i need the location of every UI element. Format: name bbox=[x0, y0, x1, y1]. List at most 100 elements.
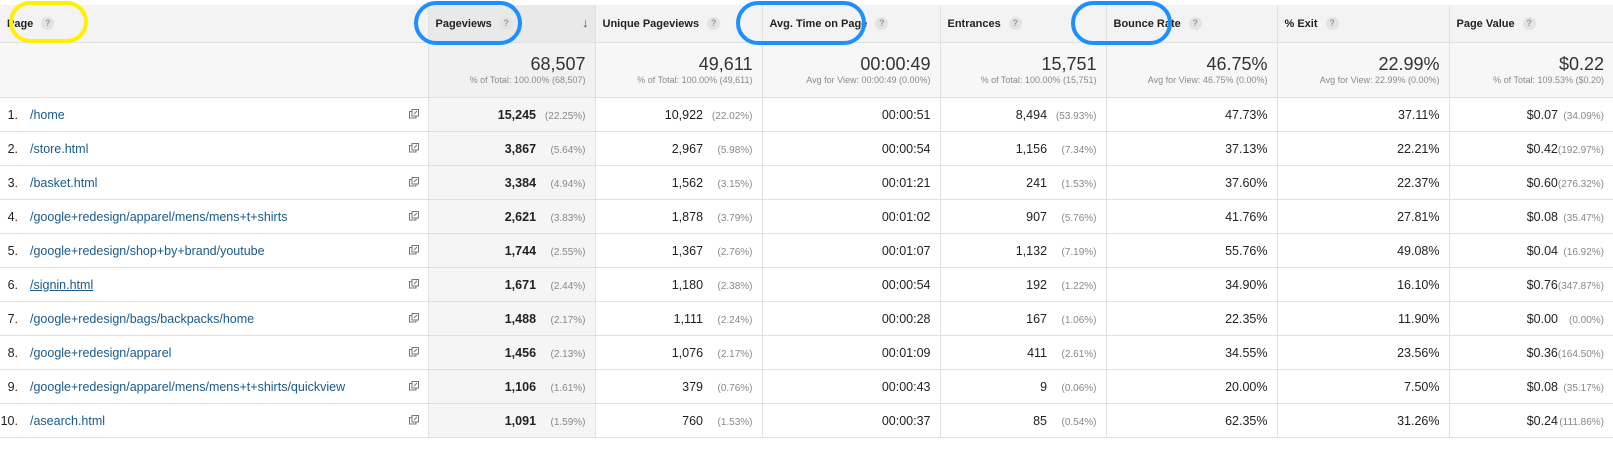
open-in-new-window-icon[interactable] bbox=[408, 381, 419, 391]
open-in-new-window-icon[interactable] bbox=[408, 109, 419, 119]
page-link[interactable]: /basket.html bbox=[30, 176, 97, 190]
entrances-pct: (0.06%) bbox=[1061, 382, 1097, 394]
table-row: 3./basket.html 3,384 (4.94%) 1,562 (3.15%)… bbox=[0, 165, 1613, 200]
bounce-rate-cell: 22.35% bbox=[1105, 301, 1277, 336]
pageviews-pct: (3.83%) bbox=[550, 212, 586, 224]
help-icon[interactable]: ? bbox=[1188, 17, 1202, 30]
page-cell: 3. /basket.html bbox=[0, 165, 428, 200]
page-value-pct: (164.50%) bbox=[1557, 348, 1604, 360]
pageviews-pct: (2.55%) bbox=[550, 246, 586, 258]
bounce-rate-cell: 41.76% bbox=[1105, 199, 1277, 234]
page-link[interactable]: /google+redesign/apparel/mens/mens+t+shi… bbox=[30, 210, 287, 224]
avg-time-value: 00:00:51 bbox=[881, 107, 931, 122]
col-header-entrances[interactable]: Entrances? bbox=[939, 5, 1106, 43]
col-header-bounce-rate[interactable]: Bounce Rate? bbox=[1105, 5, 1277, 43]
open-in-new-window-icon[interactable] bbox=[408, 143, 419, 153]
total-entrances: 15,751% of Total: 100.00% (15,751) bbox=[939, 42, 1106, 98]
help-icon[interactable]: ? bbox=[1008, 17, 1022, 30]
unique-pageviews-value: 1,367 bbox=[671, 243, 704, 258]
total-sub: Avg for View: 00:00:49 (0.00%) bbox=[806, 74, 931, 85]
row-index: 10. bbox=[0, 413, 18, 428]
unique-pageviews-cell: 1,180 (2.38%) bbox=[594, 267, 762, 302]
page-link[interactable]: /home bbox=[30, 108, 65, 122]
bounce-rate-cell: 37.60% bbox=[1105, 165, 1277, 200]
pageviews-value: 1,106 bbox=[504, 379, 537, 394]
col-header-avg-time[interactable]: Avg. Time on Page? bbox=[761, 5, 940, 43]
unique-pageviews-pct: (2.38%) bbox=[717, 280, 753, 292]
entrances-value: 907 bbox=[1026, 209, 1048, 224]
entrances-value: 9 bbox=[1040, 379, 1048, 394]
help-icon[interactable]: ? bbox=[875, 17, 889, 30]
page-value-cell: $0.42(192.97%) bbox=[1448, 131, 1613, 166]
page-link[interactable]: /signin.html bbox=[30, 278, 93, 292]
help-icon[interactable]: ? bbox=[41, 17, 55, 30]
col-header-exit[interactable]: % Exit? bbox=[1276, 5, 1449, 43]
pageviews-cell: 1,671 (2.44%) bbox=[427, 267, 595, 302]
entrances-pct: (1.06%) bbox=[1061, 314, 1097, 326]
col-header-page-value[interactable]: Page Value? bbox=[1448, 5, 1613, 43]
unique-pageviews-value: 1,562 bbox=[671, 175, 704, 190]
table-row: 1./home 15,245 (22.25%) 10,922 (22.02%) 00:… bbox=[0, 97, 1613, 132]
page-cell: 4. /google+redesign/apparel/mens/mens+t+s… bbox=[0, 199, 428, 234]
exit-cell: 16.10% bbox=[1276, 267, 1449, 302]
entrances-value: 85 bbox=[1033, 413, 1048, 428]
bounce-rate-value: 22.35% bbox=[1225, 311, 1268, 326]
pageviews-pct: (2.13%) bbox=[550, 348, 586, 360]
page-link[interactable]: /google+redesign/bags/backpacks/home bbox=[30, 312, 254, 326]
col-header-page[interactable]: Page? bbox=[0, 5, 428, 43]
pageviews-value: 1,671 bbox=[504, 277, 537, 292]
help-icon[interactable]: ? bbox=[499, 17, 513, 30]
pageviews-value: 15,245 bbox=[497, 107, 537, 122]
total-unique-pageviews: 49,611% of Total: 100.00% (49,611) bbox=[594, 42, 762, 98]
total-exit: 22.99% Avg for View: 22.99% (0.00%) bbox=[1276, 42, 1449, 98]
avg-time-cell: 00:01:21 bbox=[761, 165, 940, 200]
open-in-new-window-icon[interactable] bbox=[408, 313, 419, 323]
entrances-cell: 1,156 (7.34%) bbox=[939, 131, 1106, 166]
page-link[interactable]: /google+redesign/apparel bbox=[30, 346, 171, 360]
col-header-pageviews[interactable]: Pageviews? ↓ bbox=[427, 5, 595, 43]
open-in-new-window-icon[interactable] bbox=[408, 279, 419, 289]
unique-pageviews-pct: (3.79%) bbox=[717, 212, 753, 224]
unique-pageviews-pct: (2.24%) bbox=[717, 314, 753, 326]
page-value-pct: (35.47%) bbox=[1563, 212, 1604, 224]
open-in-new-window-icon[interactable] bbox=[408, 177, 419, 187]
exit-cell: 27.81% bbox=[1276, 199, 1449, 234]
entrances-cell: 241 (1.53%) bbox=[939, 165, 1106, 200]
entrances-pct: (2.61%) bbox=[1061, 348, 1097, 360]
open-in-new-window-icon[interactable] bbox=[408, 347, 419, 357]
page-value-value: $0.08 bbox=[1526, 379, 1558, 394]
exit-value: 22.37% bbox=[1397, 175, 1440, 190]
pageviews-value: 3,867 bbox=[504, 141, 537, 156]
unique-pageviews-cell: 10,922 (22.02%) bbox=[594, 97, 762, 132]
help-icon[interactable]: ? bbox=[1522, 17, 1536, 30]
page-link[interactable]: /asearch.html bbox=[30, 414, 105, 428]
avg-time-cell: 00:00:28 bbox=[761, 301, 940, 336]
exit-value: 37.11% bbox=[1398, 107, 1440, 122]
page-value-pct: (34.09%) bbox=[1563, 110, 1604, 122]
pageviews-value: 1,488 bbox=[504, 311, 537, 326]
exit-value: 27.81% bbox=[1397, 209, 1440, 224]
open-in-new-window-icon[interactable] bbox=[408, 211, 419, 221]
exit-value: 31.26% bbox=[1397, 413, 1440, 428]
pageviews-value: 1,744 bbox=[504, 243, 537, 258]
bounce-rate-value: 37.60% bbox=[1225, 175, 1268, 190]
help-icon[interactable]: ? bbox=[707, 17, 721, 30]
col-header-unique-pageviews[interactable]: Unique Pageviews? bbox=[594, 5, 762, 43]
exit-cell: 22.37% bbox=[1276, 165, 1449, 200]
total-sub: Avg for View: 22.99% (0.00%) bbox=[1319, 74, 1440, 85]
page-value-cell: $0.00 (0.00%) bbox=[1448, 301, 1613, 336]
arrow-down-icon[interactable]: ↓ bbox=[582, 15, 589, 30]
col-label: Entrances bbox=[947, 17, 1001, 30]
entrances-cell: 8,494 (53.93%) bbox=[939, 97, 1106, 132]
open-in-new-window-icon[interactable] bbox=[408, 245, 419, 255]
help-icon[interactable]: ? bbox=[1325, 17, 1339, 30]
page-link[interactable]: /google+redesign/shop+by+brand/youtube bbox=[30, 244, 265, 258]
entrances-cell: 85 (0.54%) bbox=[939, 403, 1106, 438]
avg-time-value: 00:00:54 bbox=[881, 277, 931, 292]
total-value: 00:00:49 bbox=[860, 53, 931, 74]
page-link[interactable]: /google+redesign/apparel/mens/mens+t+shi… bbox=[30, 380, 345, 394]
page-value-value: $0.24 bbox=[1526, 413, 1558, 428]
open-in-new-window-icon[interactable] bbox=[408, 415, 419, 425]
total-sub: Avg for View: 46.75% (0.00%) bbox=[1147, 74, 1268, 85]
page-link[interactable]: /store.html bbox=[30, 142, 88, 156]
